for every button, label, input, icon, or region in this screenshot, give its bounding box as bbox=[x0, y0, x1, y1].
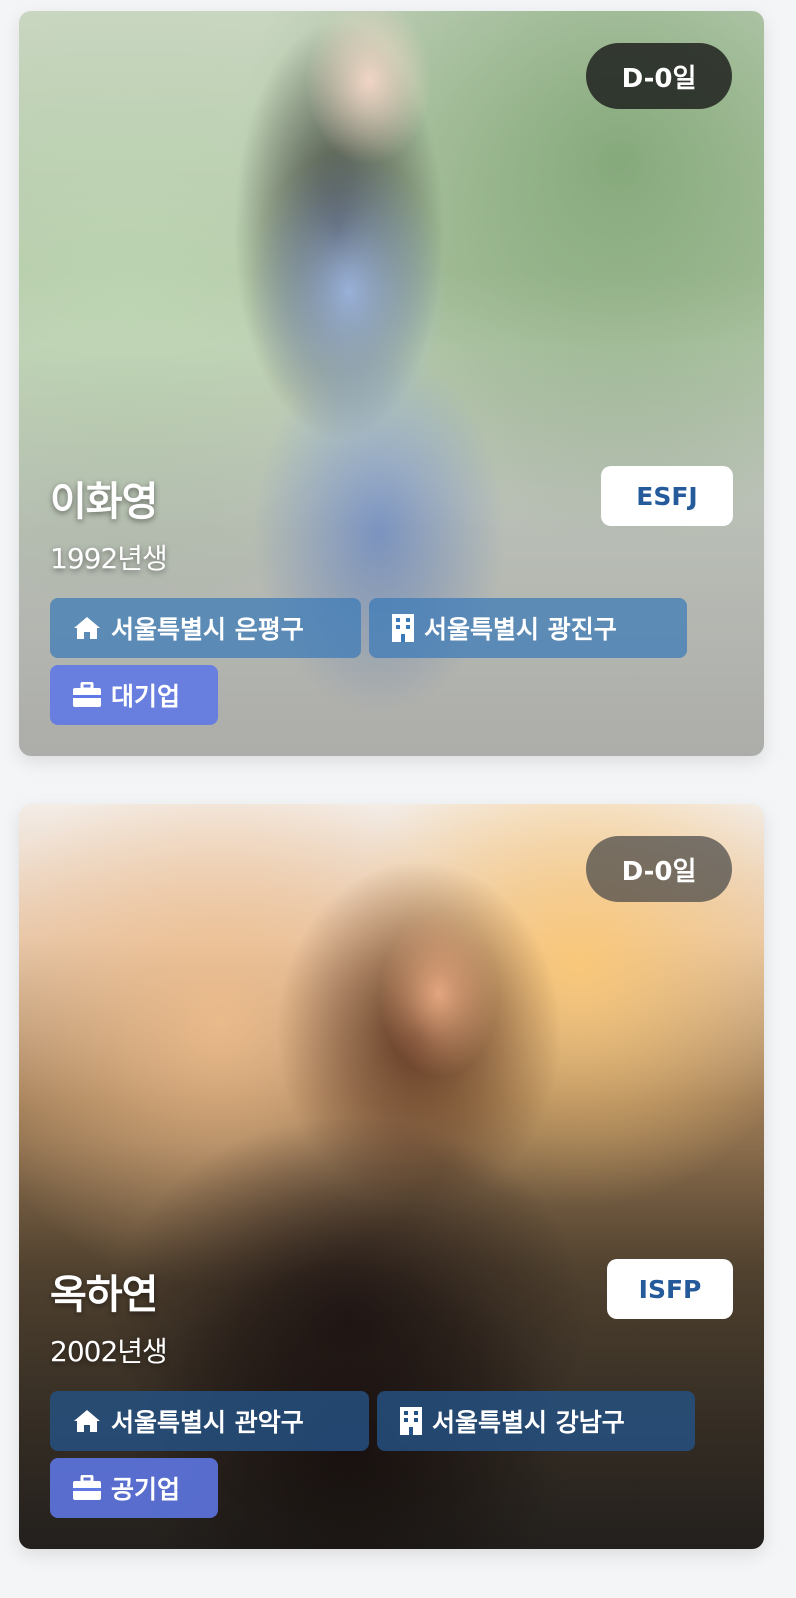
profile-name: 이화영 bbox=[50, 479, 158, 525]
home-icon bbox=[74, 617, 100, 639]
d-day-badge: D-0일 bbox=[586, 43, 732, 109]
company-type-label: 대기업 bbox=[111, 682, 181, 711]
home-location-label: 서울특별시 관악구 bbox=[111, 1408, 304, 1437]
company-type-chip: 공기업 bbox=[50, 1458, 218, 1518]
home-icon bbox=[74, 1410, 100, 1432]
d-day-badge: D-0일 bbox=[586, 836, 732, 902]
office-location-chip: 서울특별시 강남구 bbox=[377, 1391, 695, 1451]
building-icon bbox=[392, 614, 414, 642]
company-type-chip: 대기업 bbox=[50, 665, 218, 725]
profile-card[interactable]: D-0일 이화영 1992년생 ESFJ 서울특별시 은평구 서울특별시 광진구… bbox=[19, 11, 764, 756]
mbti-badge: ISFP bbox=[607, 1259, 733, 1319]
building-icon bbox=[400, 1407, 422, 1435]
office-location-label: 서울특별시 광진구 bbox=[424, 615, 617, 644]
office-location-chip: 서울특별시 광진구 bbox=[369, 598, 687, 658]
birth-year: 1992년생 bbox=[50, 542, 168, 575]
home-location-label: 서울특별시 은평구 bbox=[111, 615, 304, 644]
profile-name: 옥하연 bbox=[50, 1272, 158, 1318]
briefcase-icon bbox=[73, 682, 101, 707]
profile-card[interactable]: D-0일 옥하연 2002년생 ISFP 서울특별시 관악구 서울특별시 강남구… bbox=[19, 804, 764, 1549]
birth-year: 2002년생 bbox=[50, 1335, 168, 1368]
home-location-chip: 서울특별시 은평구 bbox=[50, 598, 361, 658]
briefcase-icon bbox=[73, 1475, 101, 1500]
home-location-chip: 서울특별시 관악구 bbox=[50, 1391, 369, 1451]
mbti-badge: ESFJ bbox=[601, 466, 733, 526]
company-type-label: 공기업 bbox=[111, 1475, 181, 1504]
office-location-label: 서울특별시 강남구 bbox=[432, 1408, 625, 1437]
